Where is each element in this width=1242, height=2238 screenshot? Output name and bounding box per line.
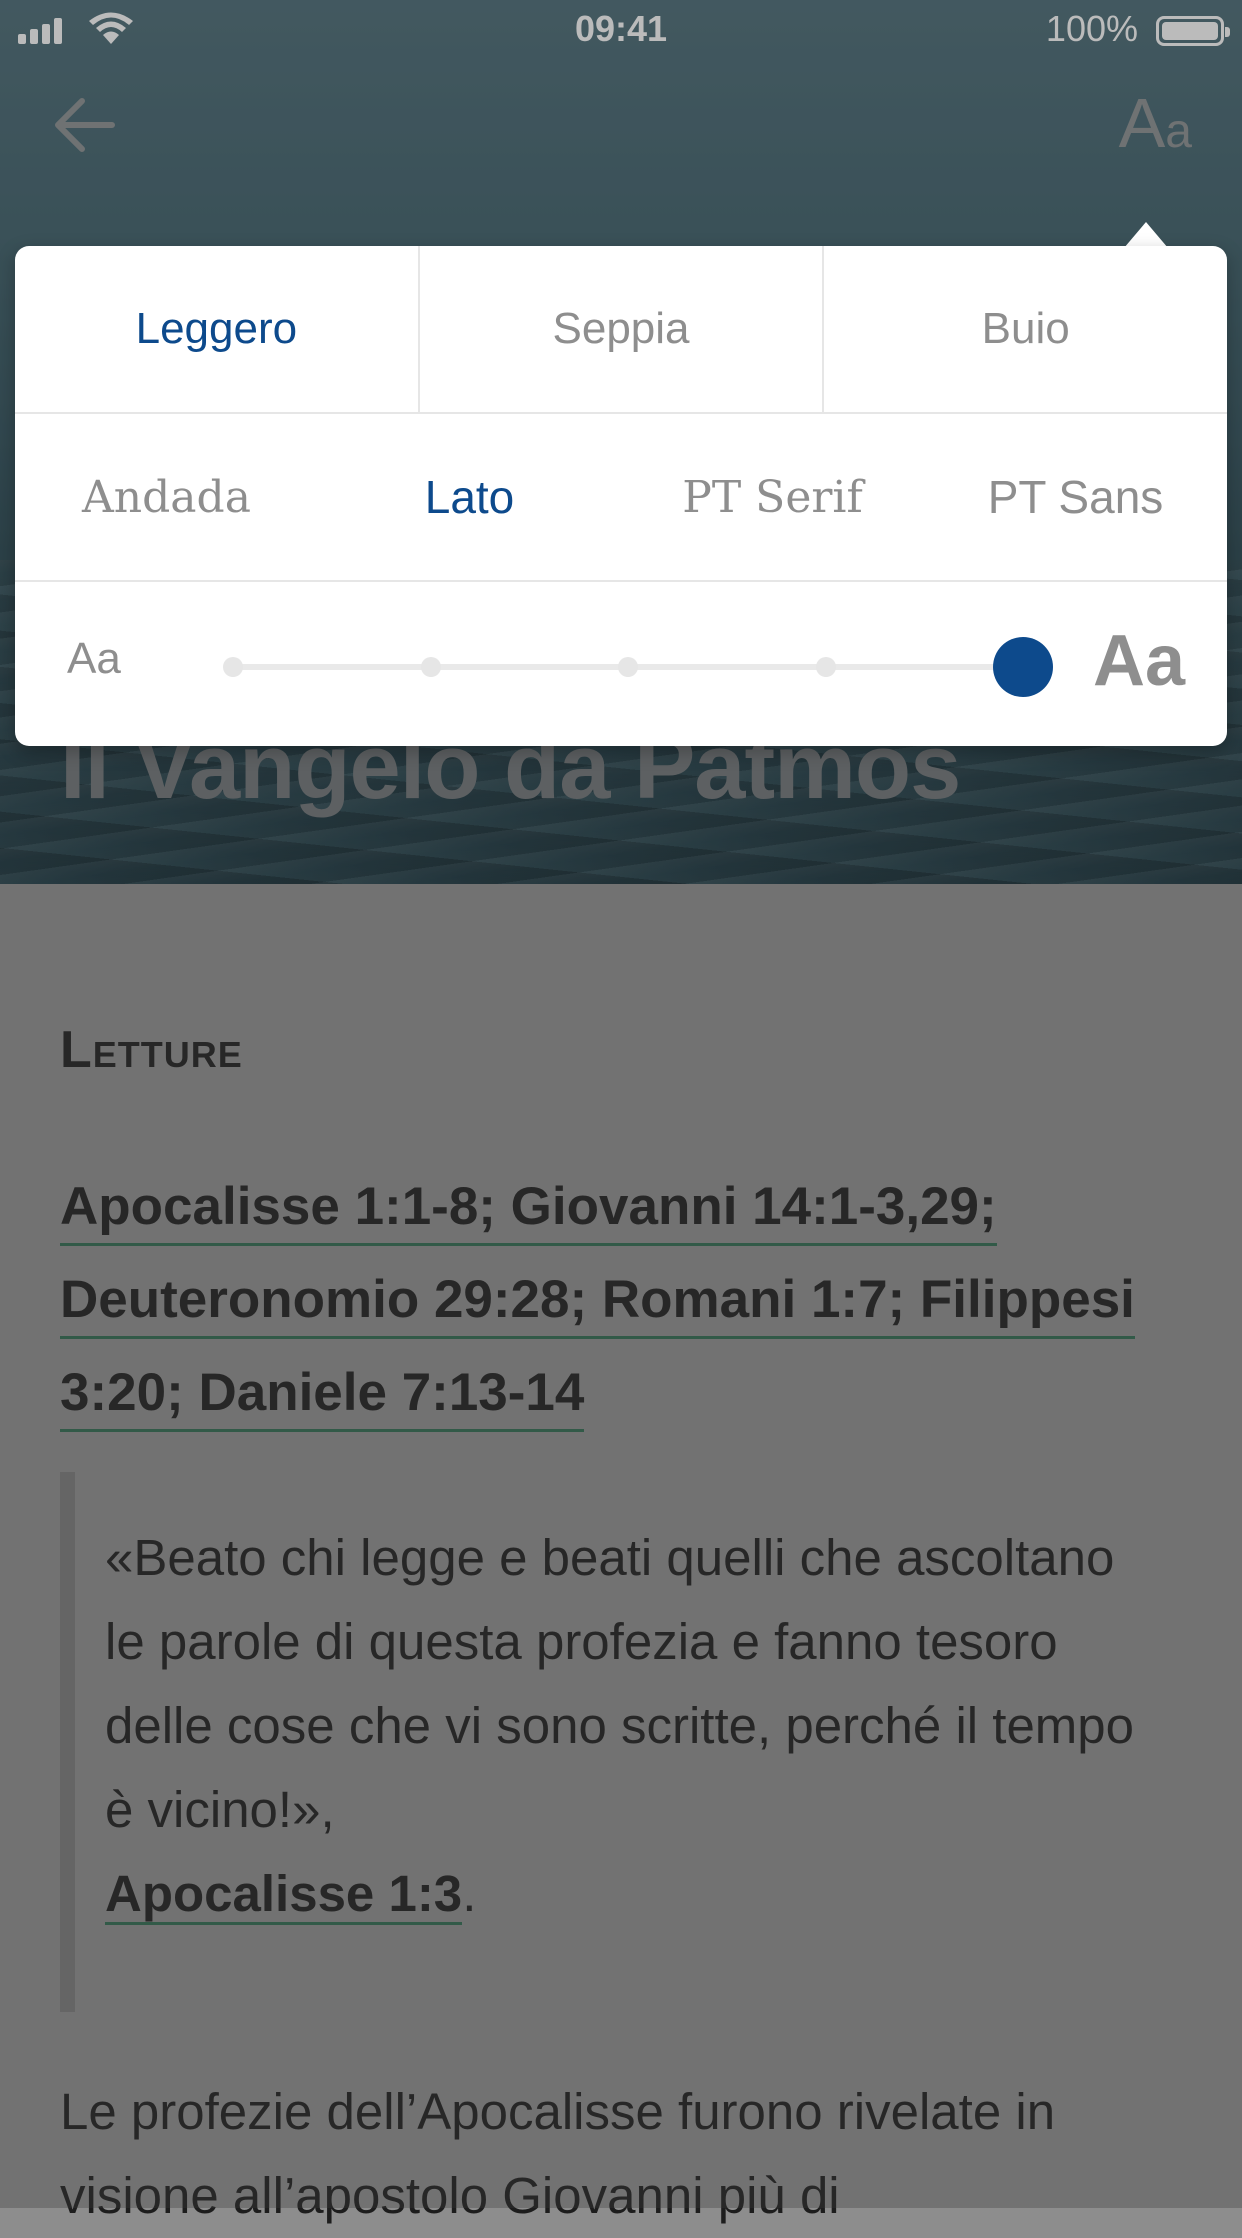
slider-thumb[interactable]	[993, 637, 1053, 697]
theme-option-light[interactable]: Leggero	[15, 246, 420, 412]
quote-bar	[60, 1472, 75, 2012]
references: Apocalisse 1:1-8; Giovanni 14:1-3,29; De…	[60, 1165, 1180, 1444]
slider-step-dot[interactable]	[420, 657, 441, 677]
size-large-label: Aa	[1092, 621, 1185, 701]
status-bar: 09:41 100%	[0, 0, 1242, 60]
battery-percent: 100%	[1045, 8, 1138, 49]
quote-source-link[interactable]: Apocalisse 1:3	[105, 1865, 463, 1925]
font-option-pt-serif[interactable]: PT Serif	[621, 414, 924, 580]
slider-step-dot[interactable]	[223, 657, 243, 677]
theme-selector: Leggero Seppia Buio	[15, 246, 1227, 414]
theme-option-dark[interactable]: Buio	[824, 246, 1227, 412]
reference-link[interactable]: Apocalisse 1:1-8; Giovanni 14:1-3,29;	[60, 1171, 997, 1246]
font-option-pt-sans[interactable]: PT Sans	[924, 414, 1227, 580]
blockquote: «Beato chi legge e beati quelli che asco…	[60, 1472, 1180, 2012]
slider-step-dot[interactable]	[815, 657, 836, 677]
section-title: Letture	[60, 1021, 243, 1079]
text-settings-popup: Leggero Seppia Buio Andada Lato PT Serif…	[15, 246, 1227, 746]
back-arrow-icon[interactable]	[50, 92, 120, 158]
font-option-lato[interactable]: Lato	[318, 414, 621, 580]
reference-link[interactable]: Deuteronomio 29:28; Romani 1:7; Filippes…	[60, 1264, 1135, 1339]
text-settings-button[interactable]: Aa	[1119, 88, 1192, 167]
font-selector: Andada Lato PT Serif PT Sans	[15, 414, 1227, 582]
body-paragraph: Le profezie dell’Apocalisse furono rivel…	[60, 2083, 1056, 2224]
font-option-andada[interactable]: Andada	[15, 414, 318, 580]
font-size-slider[interactable]	[223, 637, 1053, 697]
font-size-control: Aa Aa	[15, 582, 1227, 746]
aa-small: a	[1165, 105, 1192, 158]
reference-link[interactable]: 3:20; Daniele 7:13-14	[60, 1357, 585, 1432]
quote-body: «Beato chi legge e beati quelli che asco…	[105, 1529, 1135, 1838]
quote-text: «Beato chi legge e beati quelli che asco…	[105, 1516, 1155, 1936]
size-small-label: Aa	[67, 634, 121, 683]
aa-big: A	[1118, 84, 1166, 162]
popup-arrow	[1124, 222, 1168, 248]
battery-icon	[1156, 16, 1230, 46]
theme-option-sepia[interactable]: Seppia	[420, 246, 825, 412]
quote-end: .	[462, 1865, 477, 1922]
slider-step-dot[interactable]	[618, 657, 638, 677]
